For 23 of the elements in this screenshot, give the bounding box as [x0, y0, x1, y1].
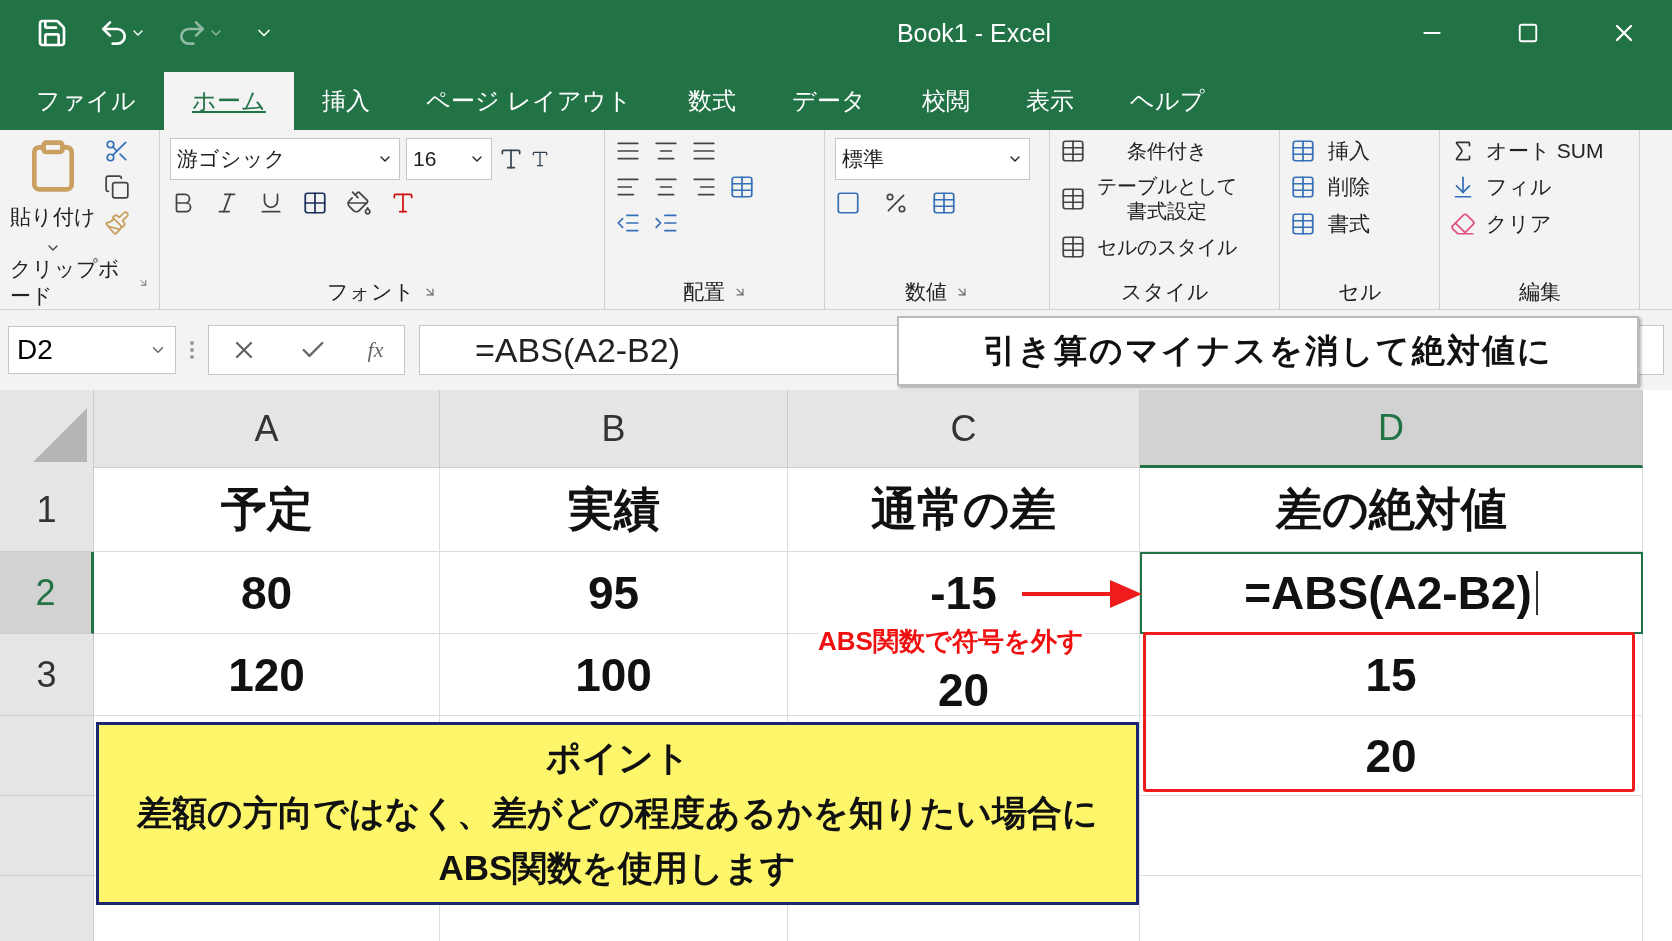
group-label: 編集: [1518, 278, 1561, 305]
table-cell: 15: [1140, 634, 1643, 716]
table-cell: 差の絶対値: [1140, 468, 1643, 552]
table-cell: 80: [94, 552, 440, 634]
window-title: Book1 - Excel: [895, 18, 1053, 48]
group-label: クリップボード: [10, 256, 121, 309]
table-cell: 95: [440, 552, 788, 634]
callout-tooltip: 引き算のマイナスを消して絶対値に: [897, 316, 1639, 386]
group-label: スタイル: [1120, 278, 1209, 305]
group-label: フォント: [327, 278, 415, 305]
table-cell: 予定: [94, 468, 440, 552]
table-cell: 実績: [440, 468, 788, 552]
note-text: 差額の方向ではなく、差がどの程度あるかを知りたい場合に: [137, 792, 1098, 834]
table-cell: 100: [440, 634, 788, 716]
note-text: ABS関数を使用します: [438, 847, 797, 889]
table-cell: 120: [94, 634, 440, 716]
table-cell: =ABS(A2-B2): [1140, 552, 1643, 634]
group-label: セル: [1337, 278, 1382, 305]
table-cell: 通常の差: [788, 468, 1140, 552]
table-cell: 20: [1140, 716, 1643, 796]
note-title: ポイント: [545, 737, 690, 779]
group-label: 数値: [905, 278, 947, 305]
group-label: 配置: [682, 278, 725, 305]
